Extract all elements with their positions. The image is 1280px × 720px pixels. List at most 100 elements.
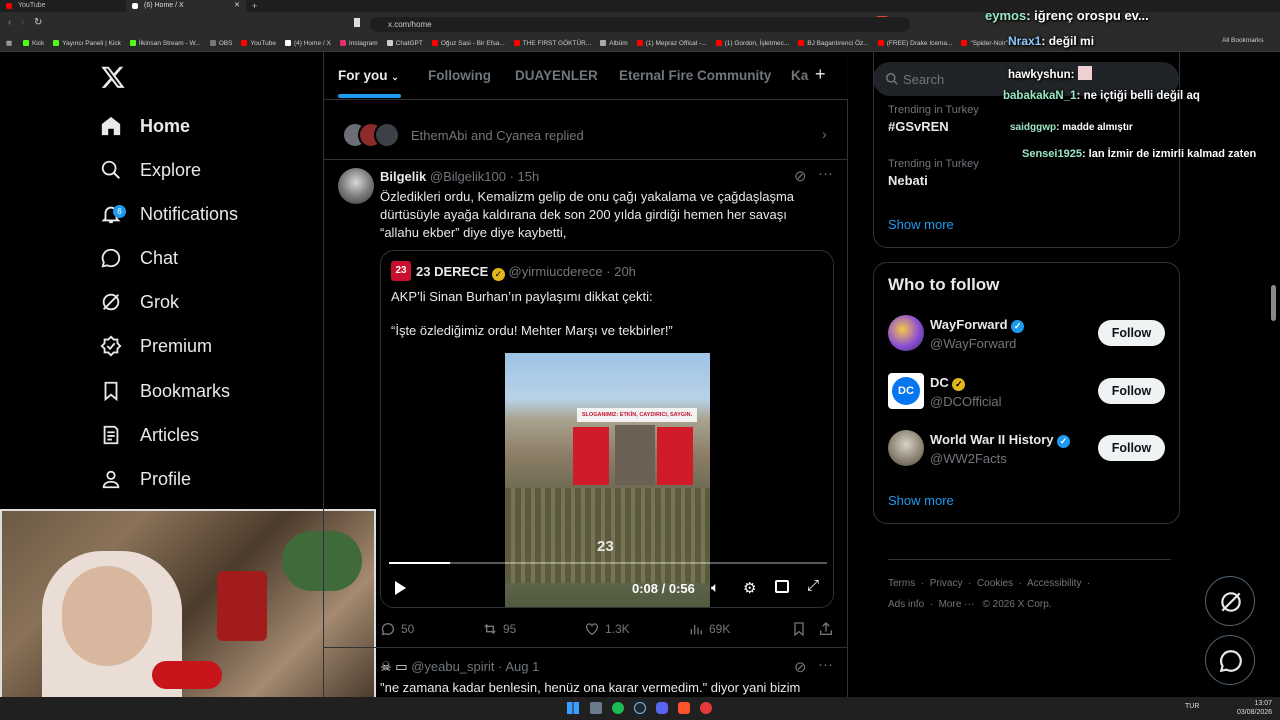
views-button[interactable]: 69K bbox=[688, 621, 730, 637]
bookmark-item[interactable]: THE FIRST GÖKTÜR... bbox=[513, 35, 591, 51]
spotify-icon[interactable] bbox=[612, 702, 624, 714]
task-view-icon[interactable] bbox=[590, 702, 602, 714]
author-name[interactable]: Bilgelik bbox=[380, 169, 426, 184]
replied-row[interactable]: EthemAbi and Cyanea replied › bbox=[324, 112, 848, 160]
close-tab-icon[interactable]: ✕ bbox=[234, 0, 240, 12]
repost-button[interactable]: 95 bbox=[482, 621, 516, 637]
tweet[interactable]: Bilgelik @Bilgelik100 · 15h ⊘ ··· Özledi… bbox=[324, 160, 848, 648]
tab-eternal-fire-community[interactable]: Eternal Fire Community bbox=[619, 68, 771, 83]
nav-item-notifications[interactable]: 6 Notifications bbox=[100, 198, 238, 230]
grok-icon[interactable]: ⊘ bbox=[794, 167, 807, 185]
all-bookmarks-link[interactable]: All Bookmarks bbox=[1222, 37, 1264, 44]
bookmark-item[interactable]: (4) Home / X bbox=[284, 35, 331, 51]
footer-link-more[interactable]: More ··· bbox=[939, 599, 975, 610]
tweet-time[interactable]: 15h bbox=[518, 169, 540, 184]
bookmark-button[interactable] bbox=[791, 621, 807, 642]
footer-link-ads-info[interactable]: Ads info bbox=[888, 599, 924, 610]
tab-for-you[interactable]: For you ⌄ bbox=[338, 68, 399, 83]
ww2-history-avatar[interactable] bbox=[888, 430, 924, 466]
bookmark-item[interactable]: (FREE) Drake Icema... bbox=[877, 35, 952, 51]
nav-item-home[interactable]: Home bbox=[100, 110, 190, 142]
footer-link-terms[interactable]: Terms bbox=[888, 578, 915, 589]
play-icon[interactable] bbox=[395, 581, 406, 595]
bookmark-item[interactable]: Kick bbox=[22, 35, 44, 51]
browser-tab-x-home[interactable]: (6) Home / X ✕ bbox=[126, 0, 246, 12]
author-handle[interactable]: @Bilgelik100 bbox=[430, 169, 506, 184]
bookmark-item[interactable]: İlkinsan Stream - W... bbox=[129, 35, 201, 51]
footer-link-cookies[interactable]: Cookies bbox=[977, 578, 1013, 589]
x-logo-icon[interactable] bbox=[100, 64, 126, 90]
bookmark-item[interactable]: BJ Bagantırenci Öz... bbox=[798, 35, 869, 51]
bookmark-item[interactable]: Yayıncı Paneli | Kick bbox=[53, 35, 121, 51]
tab-following[interactable]: Following bbox=[428, 68, 491, 83]
quote-author-name[interactable]: 23 DERECE bbox=[416, 264, 488, 279]
author-avatar[interactable] bbox=[338, 168, 374, 204]
clock[interactable]: 13:07 03/08/2026 bbox=[1237, 699, 1272, 717]
messages-float-button[interactable] bbox=[1205, 635, 1255, 685]
nav-item-articles[interactable]: Articles bbox=[100, 419, 199, 451]
url-field[interactable]: x.com/home bbox=[370, 17, 910, 32]
tweet-time[interactable]: Aug 1 bbox=[505, 659, 539, 674]
author-handle[interactable]: @yeabu_spirit bbox=[411, 659, 494, 674]
back-icon[interactable]: ‹ bbox=[8, 17, 11, 28]
apps-icon[interactable]: ▦ bbox=[6, 35, 12, 51]
settings-icon[interactable]: ⚙ bbox=[743, 579, 756, 597]
fullscreen-icon[interactable]: ⤢ bbox=[807, 577, 819, 594]
trend-item[interactable]: Trending in Turkey #GSvREN bbox=[888, 104, 979, 134]
follow-button-dc[interactable]: Follow bbox=[1098, 378, 1165, 404]
quoted-tweet[interactable]: 23 23 DERECE ✓ @yirmiucderece · 20h AKP’… bbox=[380, 250, 834, 608]
add-tab-icon[interactable]: + bbox=[815, 64, 826, 85]
follow-button-wayforward[interactable]: Follow bbox=[1098, 320, 1165, 346]
new-tab-button[interactable]: + bbox=[252, 0, 257, 12]
dc-avatar[interactable]: DC bbox=[888, 373, 924, 409]
bookmark-item[interactable]: Instagram bbox=[339, 35, 378, 51]
nav-item-grok[interactable]: Grok bbox=[100, 286, 179, 318]
show-more-trends-link[interactable]: Show more bbox=[888, 217, 954, 232]
bookmark-item[interactable]: YouTube bbox=[241, 35, 276, 51]
nav-item-explore[interactable]: Explore bbox=[100, 154, 201, 186]
bookmark-item[interactable]: ChatGPT bbox=[386, 35, 423, 51]
volume-icon[interactable]: 🔈︎ bbox=[711, 579, 719, 596]
like-button[interactable]: 1.3K bbox=[584, 621, 630, 637]
trend-item[interactable]: Trending in Turkey Nebati bbox=[888, 158, 979, 188]
browser-tab-youtube[interactable]: YouTube bbox=[0, 0, 126, 12]
chevron-right-icon[interactable]: › bbox=[822, 126, 827, 142]
nav-item-profile[interactable]: Profile bbox=[100, 463, 191, 495]
grok-icon[interactable]: ⊘ bbox=[794, 658, 807, 676]
follow-name[interactable]: WayForward bbox=[930, 317, 1008, 332]
language-indicator[interactable]: TUR bbox=[1185, 703, 1199, 710]
brave-icon[interactable] bbox=[678, 702, 690, 714]
wayforward-avatar[interactable] bbox=[888, 315, 924, 351]
bookmark-item[interactable]: OBS bbox=[209, 35, 232, 51]
nav-item-chat[interactable]: Chat bbox=[100, 242, 178, 274]
grok-float-button[interactable] bbox=[1205, 576, 1255, 626]
tab-ka[interactable]: Ka bbox=[791, 68, 808, 83]
more-icon[interactable]: ··· bbox=[818, 165, 833, 182]
footer-link-privacy[interactable]: Privacy bbox=[930, 578, 963, 589]
show-more-follow-link[interactable]: Show more bbox=[888, 493, 954, 508]
nav-item-bookmarks[interactable]: Bookmarks bbox=[100, 375, 230, 407]
share-button[interactable] bbox=[818, 621, 834, 642]
picture-in-picture-icon[interactable] bbox=[775, 580, 789, 593]
reply-button[interactable]: 50 bbox=[380, 621, 414, 637]
tab-duayenler[interactable]: DUAYENLER bbox=[515, 68, 598, 83]
more-icon[interactable]: ··· bbox=[818, 656, 833, 673]
video-player[interactable]: SLOGANIMIZ: ETKİN, CAYDIRICI, SAYGIN. 23… bbox=[381, 353, 833, 607]
discord-icon[interactable] bbox=[656, 702, 668, 714]
app-icon[interactable] bbox=[700, 702, 712, 714]
follow-name[interactable]: DC bbox=[930, 375, 949, 390]
start-icon[interactable] bbox=[567, 702, 579, 714]
video-progress-track[interactable] bbox=[389, 562, 827, 564]
bookmark-item[interactable]: (1) Gordon, İşletmec... bbox=[715, 35, 789, 51]
footer-link-accessibility[interactable]: Accessibility bbox=[1027, 578, 1081, 589]
nav-item-premium[interactable]: Premium bbox=[100, 330, 212, 362]
follow-button-ww2[interactable]: Follow bbox=[1098, 435, 1165, 461]
reload-icon[interactable]: ↻ bbox=[34, 17, 42, 28]
forward-icon[interactable]: › bbox=[21, 17, 24, 28]
page-scrollbar-thumb[interactable] bbox=[1271, 285, 1276, 321]
bookmark-page-icon[interactable] bbox=[354, 18, 360, 27]
quote-author-avatar[interactable]: 23 bbox=[391, 261, 411, 281]
bookmark-item[interactable]: (1) Mepraz Offical -... bbox=[636, 35, 707, 51]
steam-icon[interactable] bbox=[634, 702, 646, 714]
bookmark-item[interactable]: Albüm bbox=[600, 35, 628, 51]
